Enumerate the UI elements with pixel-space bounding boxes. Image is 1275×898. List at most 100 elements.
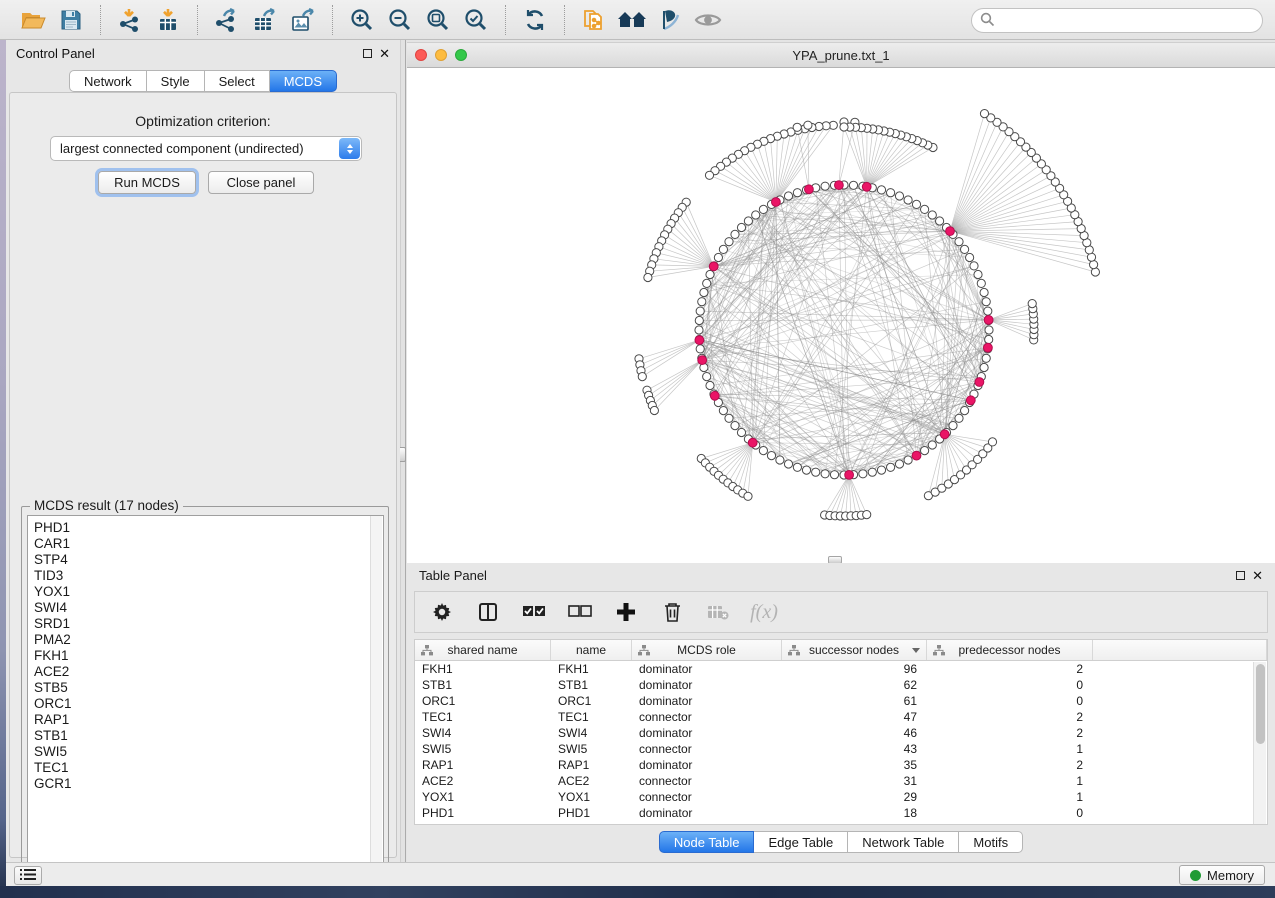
control-panel-title: Control Panel xyxy=(16,46,95,61)
list-item[interactable]: RAP1 xyxy=(34,712,383,728)
list-item[interactable]: YOX1 xyxy=(34,584,383,600)
network-canvas[interactable] xyxy=(407,68,1275,563)
scrollbar-thumb[interactable] xyxy=(1256,664,1265,744)
table-row[interactable]: TEC1TEC1connector472 xyxy=(415,709,1267,725)
select-all-rows-button[interactable] xyxy=(521,597,547,627)
close-panel-icon[interactable]: ✕ xyxy=(1252,571,1263,580)
export-network-icon xyxy=(214,8,240,32)
table-settings-button[interactable] xyxy=(429,597,455,627)
show-all-button[interactable] xyxy=(689,4,727,36)
toolbar-separator xyxy=(100,5,101,35)
zoom-selected-button[interactable] xyxy=(457,4,495,36)
list-item[interactable]: FKH1 xyxy=(34,648,383,664)
table-row[interactable]: STB1STB1dominator620 xyxy=(415,677,1267,693)
list-item[interactable]: STB5 xyxy=(34,680,383,696)
optimization-criterion-select[interactable]: largest connected component (undirected) xyxy=(50,136,362,161)
hide-selected-button[interactable] xyxy=(651,4,689,36)
control-panel-header: Control Panel ✕ xyxy=(6,40,400,66)
table-row[interactable]: PHD1PHD1dominator180 xyxy=(415,805,1267,821)
delete-column-button[interactable] xyxy=(659,597,685,627)
hide-eye-icon xyxy=(657,8,683,32)
table-toolbar: f(x) xyxy=(414,591,1268,633)
close-panel-icon[interactable]: ✕ xyxy=(379,49,390,58)
table-scrollbar[interactable] xyxy=(1253,662,1266,825)
table-row[interactable]: FKH1FKH1dominator962 xyxy=(415,661,1267,677)
list-item[interactable]: TID3 xyxy=(34,568,383,584)
import-network-button[interactable] xyxy=(111,4,149,36)
table-row[interactable]: SWI4SWI4dominator462 xyxy=(415,725,1267,741)
sort-descending-icon xyxy=(912,648,920,653)
list-item[interactable]: SWI4 xyxy=(34,600,383,616)
column-type-icon xyxy=(788,645,800,656)
result-list-scrollbar[interactable] xyxy=(370,516,382,871)
search-field[interactable] xyxy=(971,8,1263,33)
export-image-icon xyxy=(290,8,316,32)
table-row[interactable]: RAP1RAP1dominator352 xyxy=(415,757,1267,773)
table-row[interactable]: ACE2ACE2connector311 xyxy=(415,773,1267,789)
export-network-button[interactable] xyxy=(208,4,246,36)
duplicate-network-icon xyxy=(582,7,606,33)
list-item[interactable]: STB1 xyxy=(34,728,383,744)
deselect-all-rows-button[interactable] xyxy=(567,597,593,627)
tab-mcds[interactable]: MCDS xyxy=(270,70,337,92)
delete-table-button[interactable] xyxy=(705,597,731,627)
table-panel-tabs: Node Table Edge Table Network Table Moti… xyxy=(407,831,1275,853)
tab-network[interactable]: Network xyxy=(69,70,147,92)
network-graph[interactable] xyxy=(407,68,1275,563)
refresh-button[interactable] xyxy=(516,4,554,36)
save-session-button[interactable] xyxy=(52,4,90,36)
tab-motifs[interactable]: Motifs xyxy=(959,831,1023,853)
home-button[interactable] xyxy=(613,4,651,36)
show-columns-button[interactable] xyxy=(475,597,501,627)
table-row[interactable]: ORC1ORC1dominator610 xyxy=(415,693,1267,709)
list-item[interactable]: ACE2 xyxy=(34,664,383,680)
list-item[interactable]: PHD1 xyxy=(34,520,383,536)
list-item[interactable]: STP4 xyxy=(34,552,383,568)
tab-network-table[interactable]: Network Table xyxy=(848,831,959,853)
close-panel-button[interactable]: Close panel xyxy=(208,171,314,194)
toolbar-separator xyxy=(197,5,198,35)
export-image-button[interactable] xyxy=(284,4,322,36)
list-item[interactable]: PMA2 xyxy=(34,632,383,648)
list-item[interactable]: SWI5 xyxy=(34,744,383,760)
tab-style[interactable]: Style xyxy=(147,70,205,92)
column-header-name[interactable]: name xyxy=(551,640,632,660)
export-table-button[interactable] xyxy=(246,4,284,36)
selected-option-label: largest connected component (undirected) xyxy=(60,141,304,156)
table-body: FKH1FKH1dominator962 STB1STB1dominator62… xyxy=(415,661,1267,821)
zoom-out-button[interactable] xyxy=(381,4,419,36)
import-table-button[interactable] xyxy=(149,4,187,36)
search-input[interactable] xyxy=(999,11,1262,31)
list-item[interactable]: SRD1 xyxy=(34,616,383,632)
optimization-criterion-label: Optimization criterion: xyxy=(10,113,396,129)
column-header-mcds-role[interactable]: MCDS role xyxy=(632,640,782,660)
table-row[interactable]: YOX1YOX1connector291 xyxy=(415,789,1267,805)
search-icon xyxy=(980,12,999,30)
toolbar-separator xyxy=(505,5,506,35)
run-mcds-button[interactable]: Run MCDS xyxy=(98,171,196,194)
zoom-in-button[interactable] xyxy=(343,4,381,36)
task-history-button[interactable] xyxy=(14,866,42,885)
list-item[interactable]: ORC1 xyxy=(34,696,383,712)
list-item[interactable]: TEC1 xyxy=(34,760,383,776)
memory-button[interactable]: Memory xyxy=(1179,865,1265,885)
mcds-result-list[interactable]: PHD1 CAR1 STP4 TID3 YOX1 SWI4 SRD1 PMA2 … xyxy=(27,515,384,872)
list-item[interactable]: GCR1 xyxy=(34,776,383,792)
table-row[interactable]: SWI5SWI5connector431 xyxy=(415,741,1267,757)
open-file-button[interactable] xyxy=(14,4,52,36)
tab-node-table[interactable]: Node Table xyxy=(659,831,755,853)
refresh-icon xyxy=(523,8,547,32)
column-header-shared-name[interactable]: shared name xyxy=(415,640,551,660)
add-column-button[interactable] xyxy=(613,597,639,627)
zoom-fit-button[interactable] xyxy=(419,4,457,36)
column-header-predecessor-nodes[interactable]: predecessor nodes xyxy=(927,640,1093,660)
column-header-successor-nodes[interactable]: successor nodes xyxy=(782,640,927,660)
float-panel-icon[interactable] xyxy=(1236,571,1245,580)
tab-select[interactable]: Select xyxy=(205,70,270,92)
duplicate-network-button[interactable] xyxy=(575,4,613,36)
tab-edge-table[interactable]: Edge Table xyxy=(754,831,848,853)
list-item[interactable]: CAR1 xyxy=(34,536,383,552)
float-panel-icon[interactable] xyxy=(363,49,372,58)
toolbar-separator xyxy=(332,5,333,35)
function-builder-button[interactable]: f(x) xyxy=(751,597,777,627)
